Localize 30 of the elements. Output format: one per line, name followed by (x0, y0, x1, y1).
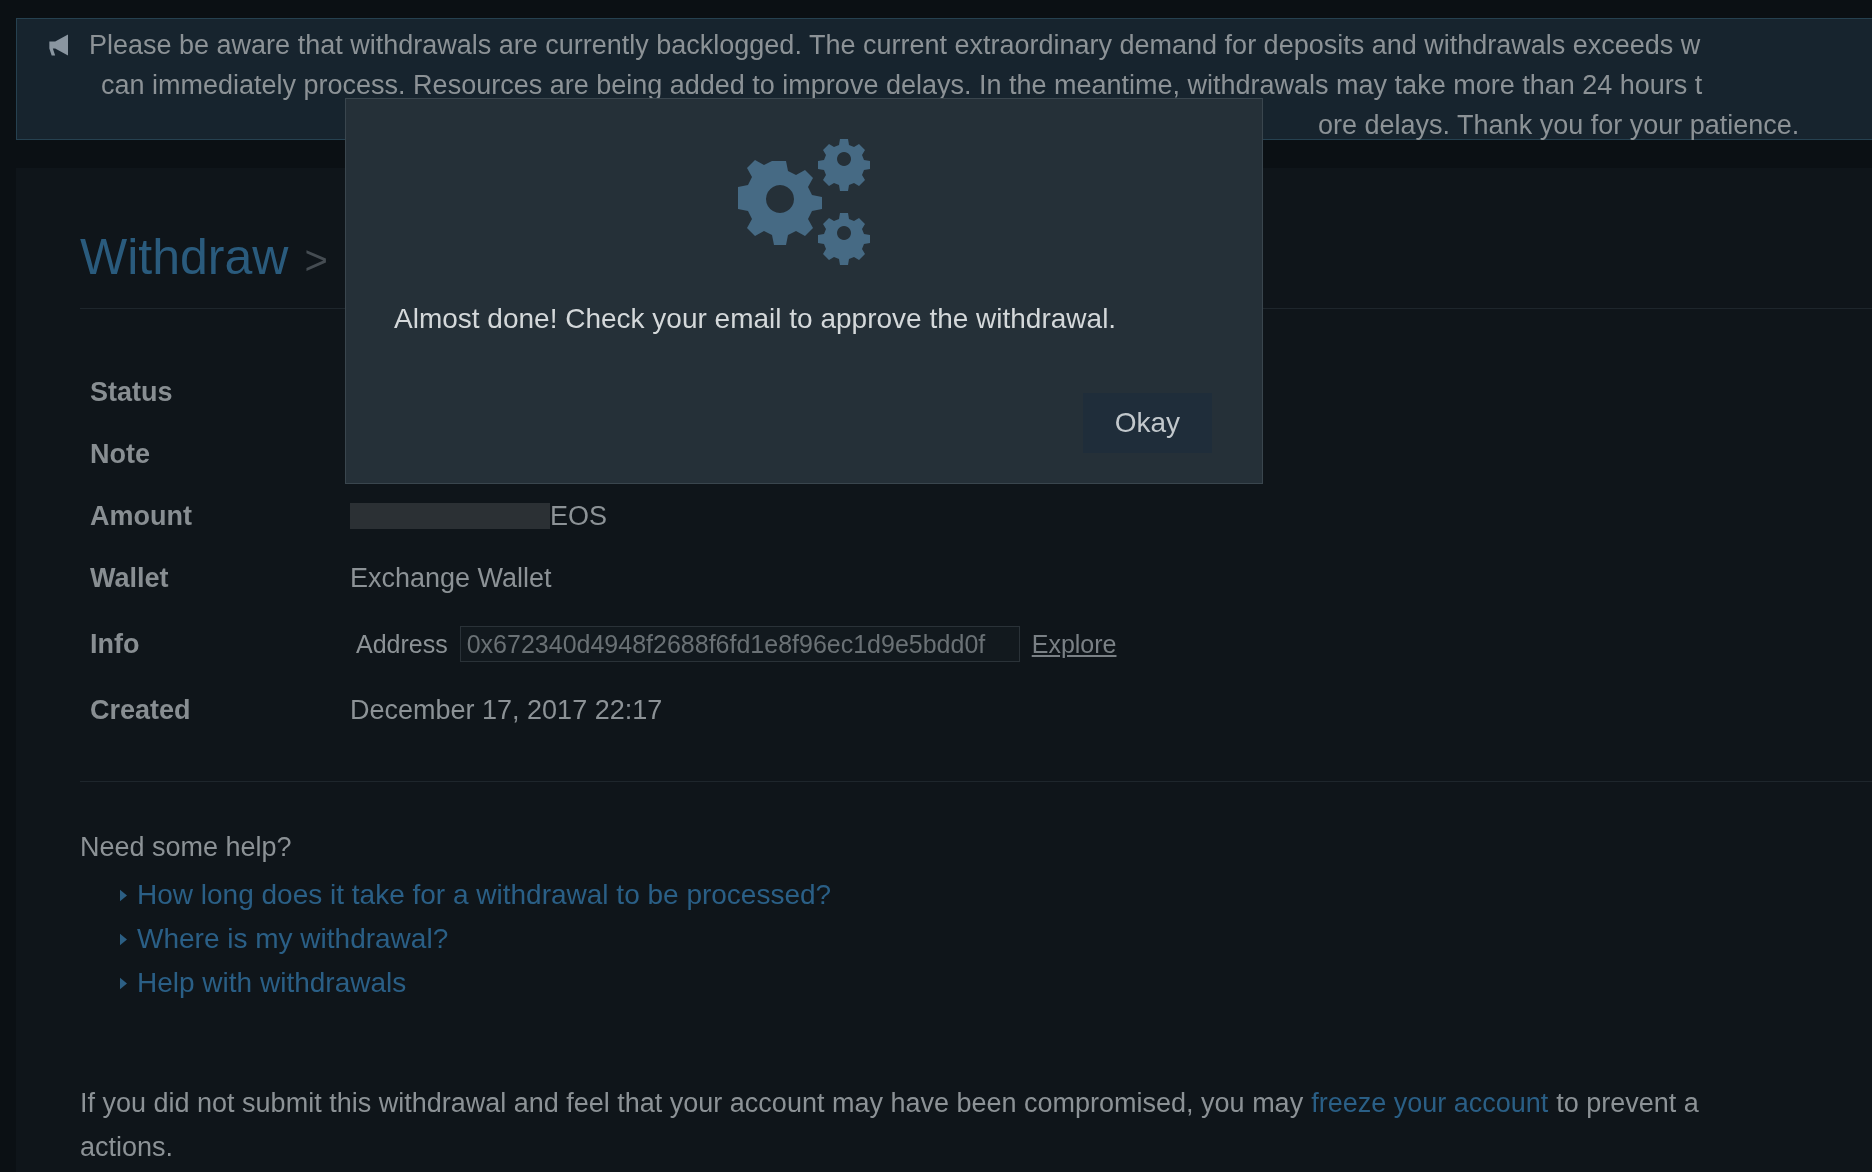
amount-currency: EOS (550, 500, 608, 532)
detail-label: Info (90, 628, 141, 660)
okay-button[interactable]: Okay (1082, 393, 1212, 453)
help-link[interactable]: Where is my withdrawal? (137, 923, 449, 955)
address-field[interactable]: 0x672340d4948f2688f6fd1e8f96ec1d9e5bdd0f (459, 626, 1020, 662)
detail-label: Created (90, 694, 192, 726)
dialog-message: Almost done! Check your email to approve the withdrawal. (393, 303, 1117, 335)
caret-icon (120, 932, 127, 946)
detail-label: Amount (90, 500, 193, 532)
banner-text: ore delays. Thank you for your patience. (1318, 109, 1800, 142)
detail-label: Wallet (90, 562, 170, 594)
detail-label: Status (90, 376, 174, 408)
caret-icon (120, 976, 127, 990)
banner-text: can immediately process. Resources are being added to improve delays. In the meantime, withdrawals may take more than 24 hours t (101, 69, 1703, 102)
help-link[interactable]: Help with withdrawals (137, 967, 407, 999)
help-link[interactable]: How long does it take for a withdrawal to be processed? (137, 879, 832, 911)
address-label: Address (355, 629, 448, 659)
detail-value: Exchange Wallet (350, 562, 552, 594)
breadcrumb-separator: > (304, 238, 328, 283)
notice-text: actions. (80, 1131, 174, 1163)
notice-text: If you did not submit this withdrawal and feel that your account may have been compromised, you may (80, 1087, 1304, 1119)
banner-text: Please be aware that withdrawals are currently backlogged. The current extraordinary demand for deposits and withdrawals exceeds w (89, 29, 1701, 62)
freeze-account-link[interactable]: freeze your account (1311, 1087, 1549, 1119)
explore-link[interactable]: Explore (1031, 629, 1117, 659)
caret-icon (120, 888, 127, 902)
notice-text: to prevent a (1556, 1087, 1699, 1119)
detail-value: December 17, 2017 22:17 (350, 694, 663, 726)
page-title: Withdraw (80, 228, 289, 286)
detail-label: Note (90, 438, 151, 470)
help-heading: Need some help? (80, 832, 293, 863)
